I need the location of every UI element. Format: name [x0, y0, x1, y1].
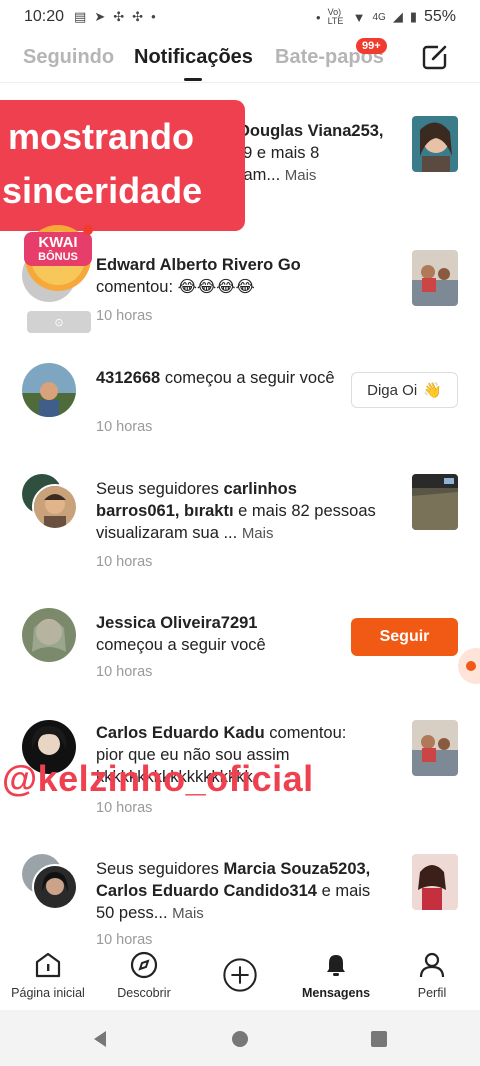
list-item[interactable]: 4312668 começou a seguir você 10 horas D… — [0, 355, 480, 455]
edit-icon — [422, 44, 448, 70]
dot-icon: • — [151, 9, 156, 24]
more-link[interactable]: Mais — [285, 167, 317, 184]
header-divider — [0, 82, 480, 83]
notification-summary: 79 e mais 8 — [234, 144, 320, 162]
more-link[interactable]: Mais — [172, 905, 204, 922]
list-item[interactable]: Seus seguidores carlinhos barros061, bır… — [0, 468, 480, 588]
battery-level: 55% — [423, 8, 456, 25]
list-item[interactable]: Jessica Oliveira7291 começou a seguir vo… — [0, 600, 480, 700]
notification-text: Jessica Oliveira7291 começou a seguir vo… — [96, 612, 346, 656]
bell-icon — [327, 955, 345, 976]
coin-icon: ⊙ — [54, 316, 64, 329]
nav-discover[interactable]: Descobrir — [96, 946, 192, 1000]
caption-line: mostrando — [8, 116, 195, 157]
notification-text: Seus seguidores carlinhos barros061, bır… — [96, 478, 378, 545]
list-item[interactable]: Seus seguidores Marcia Souza5203, Carlos… — [0, 848, 480, 946]
follow-button[interactable]: Seguir — [351, 618, 458, 656]
compose-button[interactable] — [420, 42, 450, 72]
bottom-nav: Página inicial Descobrir Mensagens Perfi… — [0, 946, 480, 1010]
notification-text: Douglas Viana253, 79 e mais 8 ram... Mai… — [234, 120, 408, 187]
notification-icons: ▤ ➤ ✣ ✣ • — [74, 9, 156, 25]
follow-text: começou a seguir você — [164, 369, 335, 387]
nav-label: Página inicial — [11, 986, 85, 1000]
more-link[interactable]: Mais — [242, 525, 274, 542]
battery-icon: ▮ — [409, 9, 417, 24]
coin-counter: ⊙ — [27, 311, 91, 333]
timestamp: 10 horas — [96, 664, 153, 680]
nav-messages[interactable]: Mensagens — [288, 946, 384, 1000]
say-hi-label: Diga Oi — [367, 381, 418, 399]
fan-icon: ✣ — [132, 9, 144, 24]
comment-text: comentou: 😂😂😂😂 — [96, 278, 255, 296]
notification-text: Seus seguidores Marcia Souza5203, Carlos… — [96, 858, 378, 925]
wifi-icon: ▼ — [352, 9, 366, 25]
volte-icon: Vo) LTE — [327, 7, 344, 26]
status-bar: 10:20 ▤ ➤ ✣ ✣ • • Vo) LTE ▼ 4G ◢ ▮ 55% — [0, 0, 480, 34]
follow-text: começou a seguir você — [96, 636, 266, 654]
user-name: Jessica Oliveira7291 — [96, 614, 258, 632]
back-icon[interactable] — [90, 1029, 110, 1049]
caption-line: sinceridade — [2, 170, 203, 211]
compass-icon — [130, 951, 158, 979]
nav-label: Perfil — [417, 986, 447, 1000]
timestamp: 10 horas — [96, 800, 153, 816]
say-hi-button[interactable]: Diga Oi 👋 — [351, 372, 458, 408]
caption-overlay: mostrando sinceridade — [0, 100, 245, 231]
status-time: 10:20 — [24, 8, 65, 25]
video-thumbnail[interactable] — [412, 720, 458, 776]
user-name: Douglas Viana253, — [238, 122, 384, 140]
kwai-label: KWAI — [38, 234, 78, 251]
nav-label: Mensagens — [301, 986, 371, 1000]
message-icon: ▤ — [74, 9, 87, 24]
avatar[interactable] — [32, 864, 78, 910]
dot-icon: • — [316, 9, 321, 25]
home-icon — [35, 952, 61, 978]
user-name: 4312668 — [96, 369, 161, 387]
user-name: Edward Alberto Rivero Go — [96, 256, 301, 274]
timestamp: 10 horas — [96, 554, 153, 570]
recents-icon[interactable] — [369, 1029, 389, 1049]
timestamp: 10 horas — [96, 308, 153, 324]
top-tabs: Seguindo Notificações Bate-papos 99+ — [0, 36, 480, 82]
followers-prefix: Seus seguidores — [96, 860, 219, 878]
wave-icon: 👋 — [423, 382, 442, 399]
avatar[interactable] — [32, 484, 78, 530]
unread-badge: 99+ — [356, 38, 387, 54]
signal-icon: ◢ — [392, 9, 403, 24]
system-nav-bar — [0, 1010, 480, 1066]
home-circle-icon[interactable] — [230, 1029, 250, 1049]
nav-label: Descobrir — [117, 986, 171, 1000]
notification-text: Edward Alberto Rivero Go comentou: 😂😂😂😂 — [96, 254, 378, 298]
bonus-label: BÔNUS — [38, 251, 78, 263]
person-icon — [419, 952, 445, 978]
timestamp: 10 horas — [96, 419, 153, 435]
plus-circle-icon — [223, 958, 257, 992]
timestamp: 10 horas — [96, 932, 153, 946]
avatar[interactable] — [22, 363, 76, 417]
nav-home[interactable]: Página inicial — [0, 946, 96, 1000]
kwai-bonus-widget[interactable]: KWAI BÔNUS — [20, 224, 96, 294]
watermark: @kelzinho_oficial — [2, 758, 314, 799]
nav-create[interactable] — [192, 946, 288, 1004]
avatar[interactable] — [22, 608, 76, 662]
active-tab-indicator — [184, 78, 202, 81]
tab-seguindo[interactable]: Seguindo — [23, 46, 114, 69]
video-thumbnail[interactable] — [412, 854, 458, 910]
nav-profile[interactable]: Perfil — [384, 946, 480, 1000]
followers-prefix: Seus seguidores — [96, 480, 219, 498]
tab-notificacoes[interactable]: Notificações — [134, 46, 253, 69]
video-thumbnail[interactable] — [412, 116, 458, 172]
status-right: • Vo) LTE ▼ 4G ◢ ▮ 55% — [316, 8, 456, 26]
video-thumbnail[interactable] — [412, 250, 458, 306]
fan-icon: ✣ — [113, 9, 125, 24]
user-name: Carlos Eduardo Kadu — [96, 724, 265, 742]
telegram-icon: ➤ — [94, 9, 106, 24]
video-thumbnail[interactable] — [412, 474, 458, 530]
notification-text: 4312668 começou a seguir você — [96, 367, 346, 389]
signal-label: 4G — [372, 11, 386, 23]
